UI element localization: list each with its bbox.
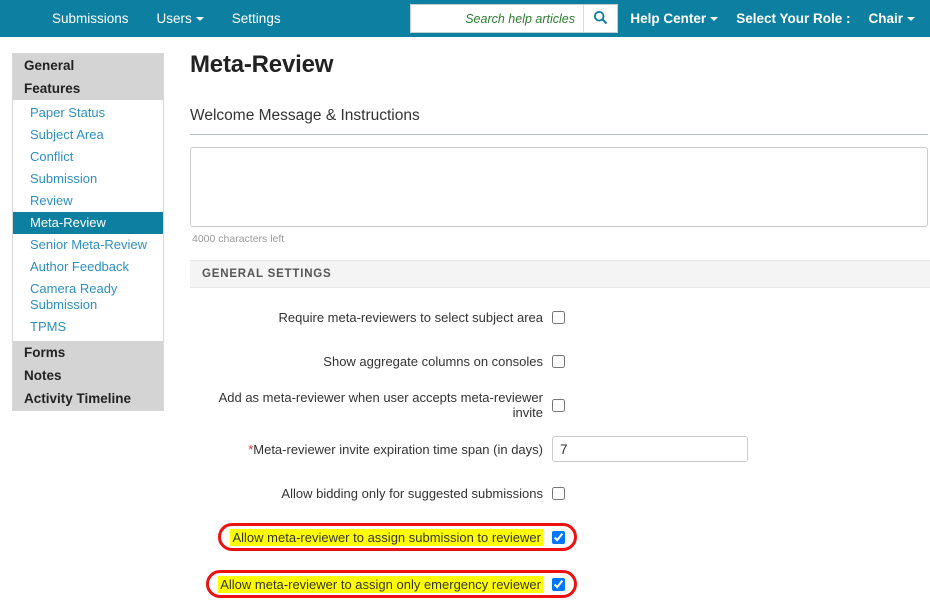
sidebar-header-features[interactable]: Features (13, 77, 163, 100)
sidebar-item-paper-status[interactable]: Paper Status (13, 102, 163, 124)
setting-allow-assign-submission-to-reviewer-checkbox[interactable] (552, 530, 565, 544)
setting-allow-bidding-suggested-only-control (552, 486, 565, 500)
nav-users-label: Users (156, 11, 192, 26)
help-search-group (410, 4, 618, 33)
setting-allow-assign-only-emergency-reviewer-row: Allow meta-reviewer to assign only emerg… (190, 569, 930, 599)
navbar-right-items: Help Center Select Your Role : Chair (621, 0, 924, 37)
nav-role-chair[interactable]: Chair (859, 0, 924, 37)
setting-require-subject-area-label-text: Require meta-reviewers to select subject… (278, 309, 543, 325)
sidebar-item-author-feedback[interactable]: Author Feedback (13, 256, 163, 278)
sidebar-item-tpms[interactable]: TPMS (13, 316, 163, 338)
welcome-message-section-label: Welcome Message & Instructions (190, 107, 928, 135)
search-input[interactable] (411, 5, 583, 32)
main-content: Meta-Review Welcome Message & Instructio… (190, 45, 930, 616)
setting-allow-assign-submission-to-reviewer-label-text: Allow meta-reviewer to assign submission… (230, 528, 543, 546)
setting-allow-bidding-suggested-only-label: Allow bidding only for suggested submiss… (190, 486, 552, 501)
chevron-down-icon (195, 17, 204, 22)
setting-invite-expiration-days-input[interactable] (552, 436, 748, 462)
sidebar-header-activity-timeline[interactable]: Activity Timeline (13, 387, 163, 410)
setting-add-as-meta-reviewer-on-accept-control (552, 398, 565, 412)
settings-sidebar: General Features Paper Status Subject Are… (12, 53, 164, 411)
sidebar-item-conflict[interactable]: Conflict (13, 146, 163, 168)
sidebar-footer-list: Forms Notes Activity Timeline (13, 341, 163, 410)
general-settings-header: GENERAL SETTINGS (190, 260, 930, 288)
setting-require-subject-area-label: Require meta-reviewers to select subject… (190, 310, 552, 325)
setting-show-aggregate-columns-row: Show aggregate columns on consoles (190, 346, 930, 376)
sidebar-item-review[interactable]: Review (13, 190, 163, 212)
nav-role-chair-label: Chair (868, 11, 903, 26)
nav-submissions[interactable]: Submissions (38, 0, 143, 37)
page-title: Meta-Review (190, 51, 334, 78)
sidebar-header-notes[interactable]: Notes (13, 364, 163, 387)
chevron-down-icon (907, 17, 915, 22)
setting-add-as-meta-reviewer-on-accept-row: Add as meta-reviewer when user accepts m… (190, 390, 930, 420)
setting-require-subject-area-row: Require meta-reviewers to select subject… (190, 302, 930, 332)
setting-invite-expiration-days-row: *Meta-reviewer invite expiration time sp… (190, 434, 930, 464)
welcome-message-textarea[interactable] (190, 147, 928, 227)
nav-select-your-role: Select Your Role : (727, 0, 859, 37)
sidebar-header-forms[interactable]: Forms (13, 341, 163, 364)
setting-allow-assign-only-emergency-reviewer-checkbox[interactable] (552, 577, 565, 591)
nav-settings[interactable]: Settings (218, 0, 295, 37)
setting-allow-bidding-suggested-only-row: Allow bidding only for suggested submiss… (190, 478, 930, 508)
nav-select-your-role-label: Select Your Role : (736, 11, 851, 26)
characters-left-counter: 4000 characters left (192, 233, 285, 245)
setting-show-aggregate-columns-label: Show aggregate columns on consoles (190, 354, 552, 369)
search-icon (593, 10, 608, 28)
setting-invite-expiration-days-label: *Meta-reviewer invite expiration time sp… (190, 442, 552, 457)
sidebar-item-subject-area[interactable]: Subject Area (13, 124, 163, 146)
nav-settings-label: Settings (231, 11, 281, 26)
top-navbar: Submissions Users Settings Help Center Sele… (0, 0, 930, 37)
setting-allow-assign-only-emergency-reviewer-label: Allow meta-reviewer to assign only emerg… (190, 575, 552, 593)
sidebar-header-general[interactable]: General (13, 54, 163, 77)
setting-require-subject-area-control (552, 310, 565, 324)
sidebar-item-meta-review[interactable]: Meta-Review (13, 212, 163, 234)
setting-invite-expiration-days-label-text: Meta-reviewer invite expiration time spa… (253, 441, 543, 457)
nav-help-center-label: Help Center (630, 11, 707, 26)
setting-add-as-meta-reviewer-on-accept-label-text: Add as meta-reviewer when user accepts m… (218, 390, 543, 420)
setting-show-aggregate-columns-control (552, 354, 565, 368)
setting-allow-assign-only-emergency-reviewer-control (552, 577, 565, 591)
nav-submissions-label: Submissions (52, 11, 129, 26)
sidebar-item-senior-meta-review[interactable]: Senior Meta-Review (13, 234, 163, 256)
setting-allow-assign-submission-to-reviewer-control (552, 530, 565, 544)
navbar-left-items: Submissions Users Settings (38, 0, 295, 37)
setting-add-as-meta-reviewer-on-accept-checkbox[interactable] (552, 398, 565, 412)
chevron-down-icon (710, 17, 719, 22)
sidebar-feature-list: Paper Status Subject Area Conflict Submissi… (13, 100, 163, 341)
general-settings-list: Require meta-reviewers to select subject… (190, 302, 930, 599)
setting-allow-assign-only-emergency-reviewer-label-text: Allow meta-reviewer to assign only emerg… (218, 575, 543, 593)
setting-show-aggregate-columns-label-text: Show aggregate columns on consoles (323, 353, 543, 369)
nav-users[interactable]: Users (143, 0, 218, 37)
setting-add-as-meta-reviewer-on-accept-label: Add as meta-reviewer when user accepts m… (190, 390, 552, 420)
sidebar-item-submission[interactable]: Submission (13, 168, 163, 190)
sidebar-item-camera-ready-submission[interactable]: Camera Ready Submission (13, 278, 163, 316)
nav-help-center[interactable]: Help Center (621, 0, 727, 37)
search-button[interactable] (583, 5, 617, 32)
setting-allow-bidding-suggested-only-checkbox[interactable] (552, 486, 565, 500)
setting-allow-assign-submission-to-reviewer-label: Allow meta-reviewer to assign submission… (190, 528, 552, 546)
setting-allow-assign-submission-to-reviewer-row: Allow meta-reviewer to assign submission… (190, 522, 930, 552)
setting-invite-expiration-days-control (552, 436, 748, 462)
setting-require-subject-area-checkbox[interactable] (552, 310, 565, 324)
setting-show-aggregate-columns-checkbox[interactable] (552, 354, 565, 368)
setting-allow-bidding-suggested-only-label-text: Allow bidding only for suggested submiss… (281, 485, 543, 501)
